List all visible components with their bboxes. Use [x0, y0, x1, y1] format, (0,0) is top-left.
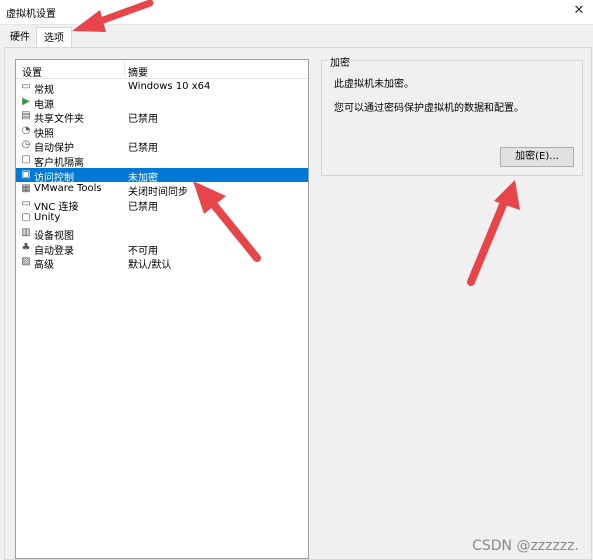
- list-item-autologin[interactable]: ♣ 自动登录 不可用: [16, 241, 308, 257]
- lock-icon: ▢: [21, 153, 31, 165]
- tab-options[interactable]: 选项: [36, 27, 72, 49]
- list-item-label: Unity: [34, 212, 61, 224]
- unity-icon: ▢: [21, 212, 31, 224]
- list-item-label: VMware Tools: [34, 183, 102, 195]
- list-item-device-view[interactable]: ▥ 设备视图: [16, 226, 308, 242]
- list-header: 设置 摘要: [16, 60, 308, 79]
- settings-rows: ▭ 常规 Windows 10 x64 ▶ 电源 ▤ 共享文件夹 已禁用 ◔ 快…: [16, 80, 308, 272]
- list-item-autoprotect[interactable]: ◷ 自动保护 已禁用: [16, 138, 308, 154]
- clock-icon: ◷: [21, 139, 31, 151]
- list-item-power[interactable]: ▶ 电源: [16, 95, 308, 111]
- encrypt-button[interactable]: 加密(E)...: [500, 147, 574, 167]
- list-item-snapshots[interactable]: ◔ 快照: [16, 124, 308, 140]
- tab-strip: 硬件 选项: [0, 24, 593, 49]
- column-header-summary[interactable]: 摘要: [128, 64, 148, 79]
- monitor-icon: ▭: [21, 197, 31, 209]
- list-item-shared-folders[interactable]: ▤ 共享文件夹 已禁用: [16, 109, 308, 125]
- vmware-tools-icon: ▦: [21, 183, 31, 195]
- settings-list[interactable]: 设置 摘要 ▭ 常规 Windows 10 x64 ▶ 电源 ▤ 共享文件夹 已…: [15, 59, 309, 559]
- list-item-unity[interactable]: ▢ Unity: [16, 211, 308, 226]
- list-item-vnc[interactable]: ▭ VNC 连接 已禁用: [16, 197, 308, 213]
- advanced-chart-icon: ▨: [21, 256, 31, 268]
- list-item-general[interactable]: ▭ 常规 Windows 10 x64: [16, 80, 308, 96]
- title-bar: 虚拟机设置 ✕: [0, 0, 593, 25]
- list-item-guest-isolation[interactable]: ▢ 客户机隔离: [16, 153, 308, 169]
- encryption-group-title: 加密: [328, 54, 352, 69]
- list-item-label: 高级: [34, 260, 54, 272]
- device-view-icon: ▥: [21, 226, 31, 238]
- encryption-status-text: 此虚拟机未加密。: [334, 79, 414, 90]
- power-play-icon: ▶: [22, 95, 30, 107]
- close-icon[interactable]: ✕: [565, 0, 593, 24]
- encryption-group: 加密 此虚拟机未加密。 您可以通过密码保护虚拟机的数据和配置。 加密(E)...: [321, 54, 583, 176]
- window-title: 虚拟机设置: [6, 9, 56, 20]
- tab-hardware[interactable]: 硬件: [6, 30, 34, 46]
- options-panel: 设置 摘要 ▭ 常规 Windows 10 x64 ▶ 电源 ▤ 共享文件夹 已…: [4, 47, 592, 560]
- access-control-icon: ▣: [21, 168, 31, 180]
- encryption-hint-text: 您可以通过密码保护虚拟机的数据和配置。: [334, 103, 524, 114]
- list-item-vmware-tools[interactable]: ▦ VMware Tools 关闭时间同步: [16, 182, 308, 198]
- general-icon: ▭: [21, 81, 31, 92]
- shared-folder-icon: ▤: [21, 110, 31, 122]
- column-header-setting[interactable]: 设置: [22, 64, 42, 79]
- column-separator[interactable]: [124, 62, 125, 76]
- watermark: CSDN @zzzzzz.: [472, 538, 579, 554]
- list-item-summary: Windows 10 x64: [128, 81, 211, 92]
- list-item-summary: 默认/默认: [128, 260, 172, 272]
- list-item-advanced[interactable]: ▨ 高级 默认/默认: [16, 255, 308, 272]
- snapshot-icon: ◔: [21, 124, 31, 136]
- users-icon: ♣: [21, 241, 31, 253]
- list-item-access-control[interactable]: ▣ 访问控制 未加密: [16, 167, 308, 184]
